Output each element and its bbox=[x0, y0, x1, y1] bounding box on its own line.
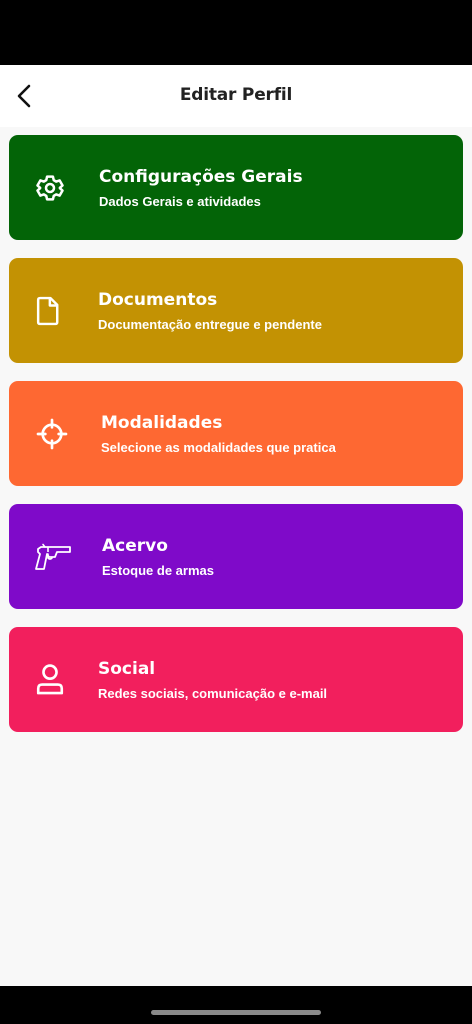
user-icon bbox=[34, 627, 66, 732]
menu-card-subtitle: Estoque de armas bbox=[102, 563, 214, 578]
header: Editar Perfil bbox=[0, 65, 472, 127]
menu-card-title: Documentos bbox=[98, 290, 218, 310]
home-indicator[interactable] bbox=[151, 1010, 321, 1015]
menu-card-modalidades[interactable]: Modalidades Selecione as modalidades que… bbox=[9, 381, 463, 486]
navigation-bar bbox=[0, 986, 472, 1024]
menu-card-title: Modalidades bbox=[101, 413, 223, 433]
menu-card-title: Acervo bbox=[102, 536, 168, 556]
menu-card-social[interactable]: Social Redes sociais, comunicação e e-ma… bbox=[9, 627, 463, 732]
menu-card-configuracoes-gerais[interactable]: Configurações Gerais Dados Gerais e ativ… bbox=[9, 135, 463, 240]
menu-card-title: Configurações Gerais bbox=[99, 167, 303, 187]
crosshair-icon bbox=[36, 381, 68, 486]
status-bar bbox=[0, 0, 472, 65]
gear-icon bbox=[34, 135, 66, 240]
menu-card-subtitle: Documentação entregue e pendente bbox=[98, 317, 322, 332]
page-title: Editar Perfil bbox=[179, 85, 293, 105]
menu-card-documentos[interactable]: Documentos Documentação entregue e pende… bbox=[9, 258, 463, 363]
menu-card-subtitle: Selecione as modalidades que pratica bbox=[101, 440, 336, 455]
revolver-icon bbox=[34, 504, 72, 609]
menu-card-subtitle: Dados Gerais e atividades bbox=[99, 194, 261, 209]
menu-card-subtitle: Redes sociais, comunicação e e-mail bbox=[98, 686, 328, 701]
menu-card-acervo[interactable]: Acervo Estoque de armas bbox=[9, 504, 463, 609]
document-icon bbox=[32, 258, 64, 363]
menu-card-title: Social bbox=[98, 659, 156, 679]
